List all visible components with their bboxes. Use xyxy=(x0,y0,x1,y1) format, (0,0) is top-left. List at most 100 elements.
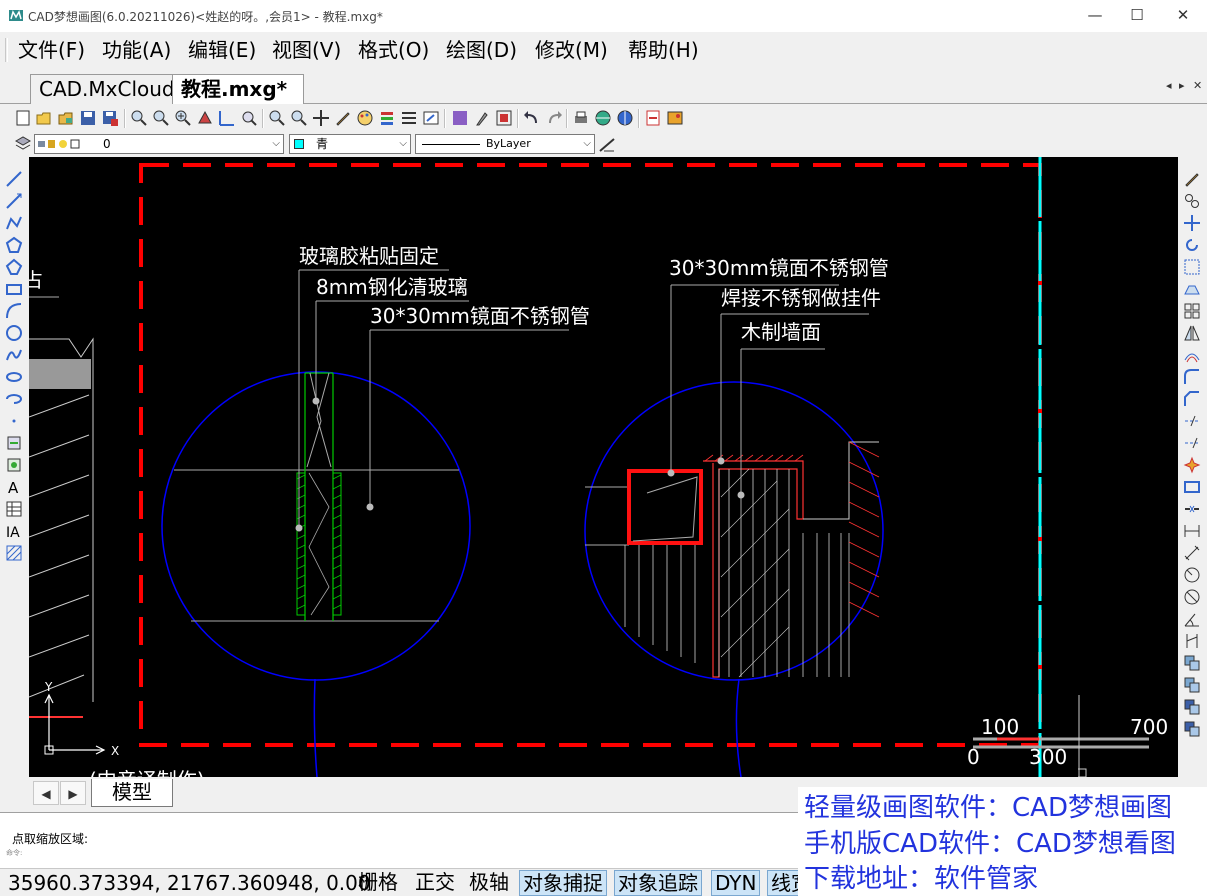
ortho-toggle[interactable]: 正交 xyxy=(412,870,458,896)
pencil-icon[interactable] xyxy=(334,109,352,127)
minimize-button[interactable]: — xyxy=(1072,0,1118,32)
linear-dimension-icon[interactable] xyxy=(1183,522,1201,540)
linetype-dropdown-chevron-icon[interactable]: ⌵ xyxy=(583,135,591,153)
dimension-edit-icon[interactable] xyxy=(1183,720,1201,738)
move-tool-icon[interactable] xyxy=(1183,214,1201,232)
menu-modify[interactable]: 修改(M) xyxy=(535,36,608,64)
make-block-icon[interactable] xyxy=(5,456,23,474)
line-weight-icon[interactable] xyxy=(400,109,418,127)
erase-tool-icon[interactable] xyxy=(1183,170,1201,188)
properties-icon[interactable] xyxy=(422,109,440,127)
circle-tool-icon[interactable] xyxy=(5,324,23,342)
point-tool-icon[interactable] xyxy=(5,412,23,430)
aligned-dimension-icon[interactable] xyxy=(1183,544,1201,562)
ordinate-dimension-icon[interactable] xyxy=(1183,632,1201,650)
osnap-toggle[interactable]: 对象捕捉 xyxy=(519,870,607,896)
maximize-button[interactable]: ☐ xyxy=(1114,0,1160,32)
color-dropdown-chevron-icon[interactable]: ⌵ xyxy=(399,135,407,153)
drawing-canvas[interactable]: 占 (中音译制作) xyxy=(29,157,1178,777)
menu-edit[interactable]: 编辑(E) xyxy=(188,36,256,64)
match-properties-icon[interactable] xyxy=(451,109,469,127)
break-tool-icon[interactable] xyxy=(1183,500,1201,518)
rectangle-tool-icon[interactable] xyxy=(5,280,23,298)
tolerance-icon[interactable] xyxy=(1183,676,1201,694)
tab-model[interactable]: 模型 xyxy=(91,779,173,807)
tab-scroll-left-icon[interactable]: ◂ xyxy=(1166,79,1172,92)
new-file-icon[interactable] xyxy=(14,109,32,127)
extend-tool-icon[interactable] xyxy=(1183,434,1201,452)
mirror-tool-icon[interactable] xyxy=(1183,324,1201,342)
insert-block-icon[interactable] xyxy=(5,434,23,452)
move-cross-icon[interactable] xyxy=(312,109,330,127)
layer-select[interactable]: 0 ⌵ xyxy=(34,134,284,154)
menu-help[interactable]: 帮助(H) xyxy=(628,36,699,64)
lineweight-icon[interactable] xyxy=(598,135,616,153)
table-tool-icon[interactable] xyxy=(5,500,23,518)
image-export-icon[interactable] xyxy=(666,109,684,127)
save-as-icon[interactable] xyxy=(101,109,119,127)
polyline-tool-icon[interactable] xyxy=(5,214,23,232)
menu-view[interactable]: 视图(V) xyxy=(272,36,341,64)
zoom-in-icon[interactable] xyxy=(174,109,192,127)
fillet-tool-icon[interactable] xyxy=(1183,368,1201,386)
layout-prev-button[interactable]: ◀ xyxy=(33,781,59,805)
linetype-select[interactable]: ByLayer ⌵ xyxy=(415,134,595,154)
dimension-style-icon[interactable] xyxy=(1183,698,1201,716)
menu-file[interactable]: 文件(F) xyxy=(18,36,85,64)
chamfer-tool-icon[interactable] xyxy=(1183,390,1201,408)
otrack-toggle[interactable]: 对象追踪 xyxy=(614,870,702,896)
scale-tool-icon[interactable] xyxy=(1183,258,1201,276)
layers-icon[interactable] xyxy=(378,109,396,127)
zoom-realtime-icon[interactable] xyxy=(130,109,148,127)
zoom-window-icon[interactable] xyxy=(152,109,170,127)
offset-tool-icon[interactable] xyxy=(1183,346,1201,364)
copy-tool-icon[interactable] xyxy=(1183,192,1201,210)
block-icon[interactable] xyxy=(495,109,513,127)
menu-function[interactable]: 功能(A) xyxy=(102,36,171,64)
leader-icon[interactable] xyxy=(1183,654,1201,672)
tab-scroll-right-icon[interactable]: ▸ xyxy=(1179,79,1185,92)
polar-toggle[interactable]: 极轴 xyxy=(466,870,512,896)
menu-draw[interactable]: 绘图(D) xyxy=(446,36,517,64)
stretch-tool-icon[interactable] xyxy=(1183,280,1201,298)
angular-dimension-icon[interactable] xyxy=(1183,610,1201,628)
layer-manager-icon[interactable] xyxy=(14,135,32,153)
pan-icon[interactable] xyxy=(196,109,214,127)
web-globe-icon[interactable] xyxy=(616,109,634,127)
array-tool-icon[interactable] xyxy=(1183,302,1201,320)
brush-icon[interactable] xyxy=(473,109,491,127)
tab-tutorial-active[interactable]: 教程.mxg* xyxy=(172,74,304,104)
save-icon[interactable] xyxy=(79,109,97,127)
measure-icon[interactable] xyxy=(218,109,236,127)
join-tool-icon[interactable] xyxy=(1183,478,1201,496)
line-tool-icon[interactable] xyxy=(5,170,23,188)
polygon-tool-icon[interactable] xyxy=(5,236,23,254)
palette-icon[interactable] xyxy=(356,109,374,127)
mtext-tool-icon[interactable]: IA xyxy=(5,522,23,540)
tab-mxcloud[interactable]: CAD.MxCloud xyxy=(30,74,180,104)
pdf-export-icon[interactable] xyxy=(644,109,662,127)
print-icon[interactable] xyxy=(572,109,590,127)
undo-icon[interactable] xyxy=(523,109,541,127)
xline-tool-icon[interactable] xyxy=(5,192,23,210)
zoom-all-icon[interactable] xyxy=(290,109,308,127)
open-image-icon[interactable] xyxy=(57,109,75,127)
zoom-extents-icon[interactable] xyxy=(240,109,258,127)
radius-dimension-icon[interactable] xyxy=(1183,566,1201,584)
menu-format[interactable]: 格式(O) xyxy=(358,36,429,64)
spline-tool-icon[interactable] xyxy=(5,346,23,364)
open-folder-icon[interactable] xyxy=(35,109,53,127)
tab-close-icon[interactable]: ✕ xyxy=(1193,79,1202,92)
diameter-dimension-icon[interactable] xyxy=(1183,588,1201,606)
zoom-previous-icon[interactable] xyxy=(268,109,286,127)
hatch-tool-icon[interactable] xyxy=(5,544,23,562)
dyn-toggle[interactable]: DYN xyxy=(711,870,761,896)
trim-tool-icon[interactable] xyxy=(1183,412,1201,430)
grid-toggle[interactable]: 栅格 xyxy=(355,870,401,896)
layout-next-button[interactable]: ▶ xyxy=(60,781,86,805)
text-tool-icon[interactable]: A xyxy=(5,478,23,496)
arc-tool-icon[interactable] xyxy=(5,302,23,320)
pentagon-tool-icon[interactable] xyxy=(5,258,23,276)
cloud-globe-icon[interactable] xyxy=(594,109,612,127)
explode-tool-icon[interactable] xyxy=(1183,456,1201,474)
